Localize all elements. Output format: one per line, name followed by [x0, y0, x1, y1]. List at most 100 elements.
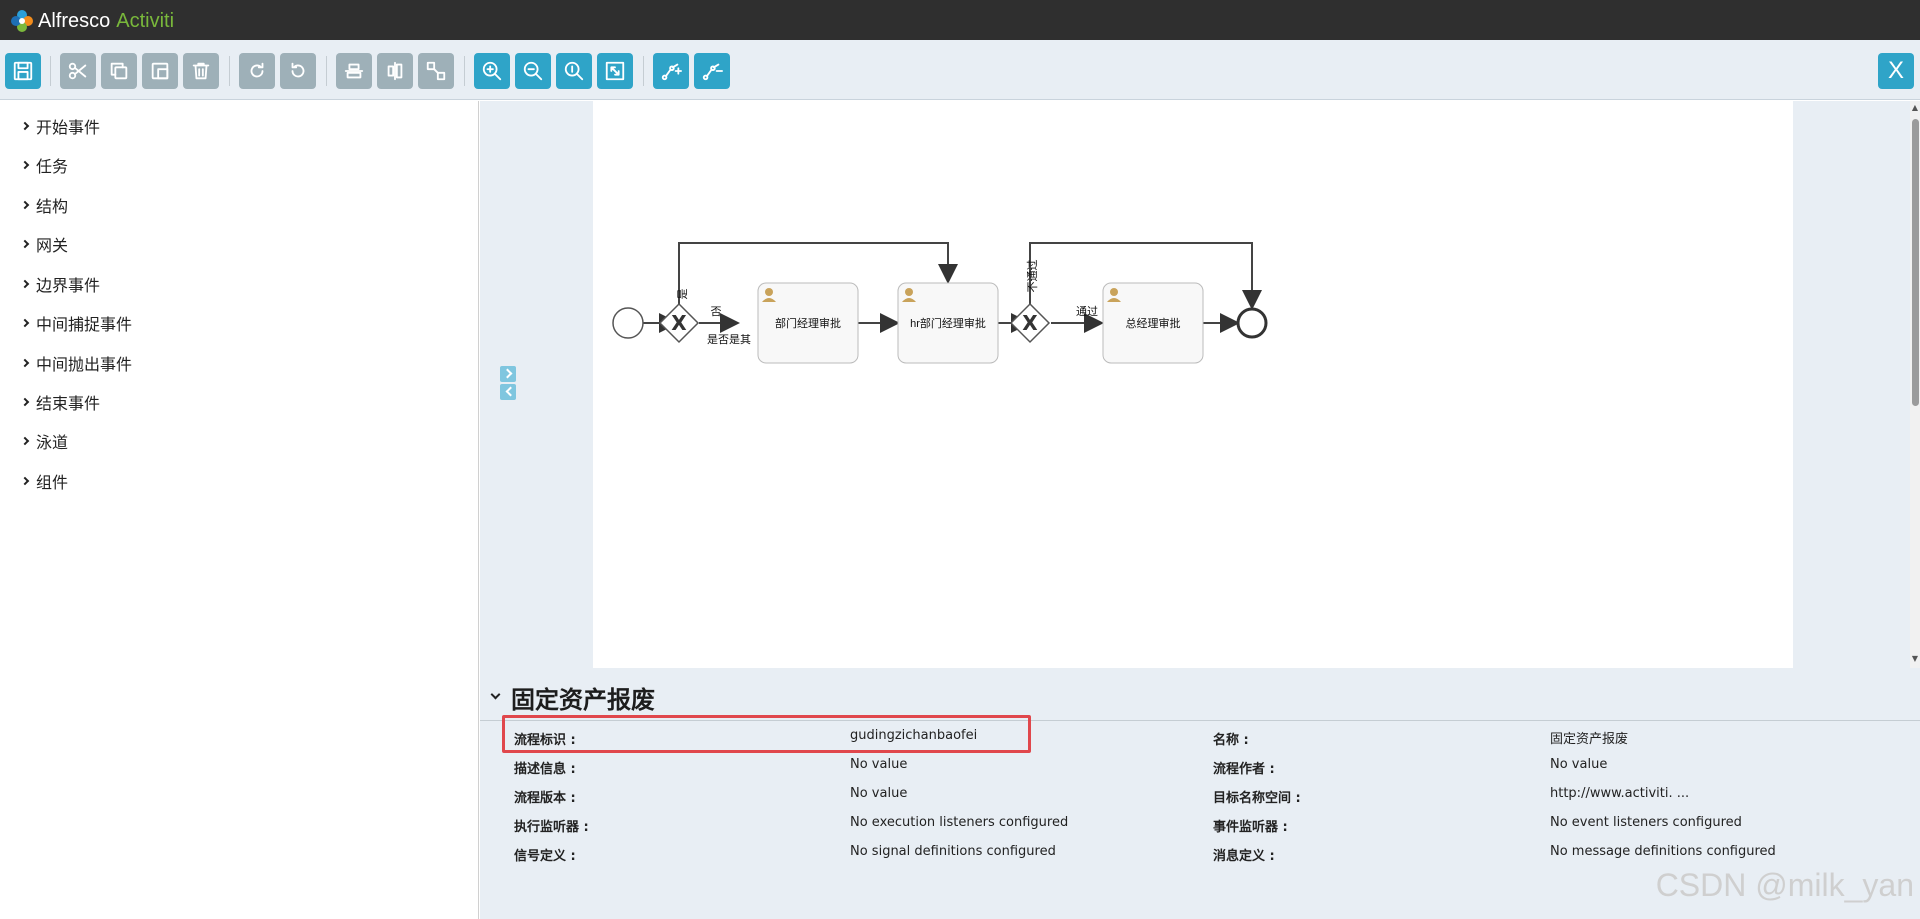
flow-label-reject: 不通过 — [1026, 260, 1039, 293]
flow-label-pass: 通过 — [1076, 305, 1098, 318]
copy-icon — [110, 62, 128, 80]
zoom-in-button[interactable] — [474, 53, 510, 89]
highlight-box — [502, 715, 1031, 753]
align-vertical-icon — [387, 61, 403, 81]
undo-button[interactable] — [280, 53, 316, 89]
chevron-right-icon — [20, 436, 30, 446]
palette-group-gateways[interactable]: 网关 — [20, 232, 69, 256]
logo-word-activiti: Activiti — [116, 9, 175, 32]
cut-button[interactable] — [60, 53, 96, 89]
zoom-fit-icon — [605, 61, 625, 81]
prop-label-name: 名称 : — [1213, 733, 1249, 748]
start-event[interactable] — [612, 307, 644, 339]
prop-value-author[interactable]: No value — [1550, 757, 1607, 772]
prop-label-event-listeners: 事件监听器 : — [1213, 820, 1288, 835]
palette-group-label: 结束事件 — [36, 394, 101, 413]
palette-group-label: 开始事件 — [36, 118, 101, 137]
prop-value-signal-definitions[interactable]: No signal definitions configured — [850, 844, 1056, 859]
shape-palette: 开始事件 任务 结构 网关 边界事件 中间捕捉事件 中间抛出事件 结束事件 泳道… — [0, 101, 479, 919]
task-label: 部门经理审批 — [775, 316, 841, 330]
palette-group-label: 任务 — [36, 157, 69, 176]
task-general-manager[interactable]: 总经理审批 — [1102, 282, 1204, 364]
undo-icon — [291, 62, 305, 78]
properties-header[interactable]: 固定资产报废 — [490, 680, 655, 715]
chevron-right-icon — [20, 279, 30, 289]
chevron-down-icon — [490, 689, 501, 700]
svg-text:X: X — [671, 311, 687, 335]
prop-value-version[interactable]: No value — [850, 786, 907, 801]
exclusive-gateway-2[interactable]: X — [1009, 302, 1051, 344]
palette-group-label: 中间抛出事件 — [36, 355, 133, 374]
scissors-icon — [68, 62, 87, 80]
palette-group-label: 中间捕捉事件 — [36, 315, 133, 334]
prop-label-version: 流程版本 : — [514, 791, 576, 806]
scrollbar-thumb[interactable] — [1912, 119, 1919, 406]
bpmn-diagram: X 部门经理审批 hr部门经理审批 X 总经理审批 是 否 是否是其 不通过 通… — [612, 242, 1268, 364]
same-size-button[interactable] — [418, 53, 454, 89]
flow-label-condition: 是否是其 — [707, 333, 751, 346]
prop-value-message-definitions[interactable]: No message definitions configured — [1550, 844, 1776, 859]
prop-label-author: 流程作者 : — [1213, 762, 1275, 777]
align-vertical-button[interactable] — [377, 53, 413, 89]
redo-button[interactable] — [239, 53, 275, 89]
copy-button[interactable] — [101, 53, 137, 89]
align-horizontal-button[interactable] — [336, 53, 372, 89]
chevron-right-icon — [20, 239, 30, 249]
save-button[interactable] — [5, 53, 41, 89]
flow-label-yes: 是 — [676, 289, 689, 300]
task-label: 总经理审批 — [1126, 316, 1181, 330]
svg-text:X: X — [1022, 311, 1038, 335]
prop-value-execution-listeners[interactable]: No execution listeners configured — [850, 815, 1068, 830]
process-title: 固定资产报废 — [511, 686, 655, 714]
panel-toggle — [500, 366, 516, 402]
prop-value-namespace[interactable]: http://www.activiti. ... — [1550, 786, 1689, 801]
prop-value-description[interactable]: No value — [850, 757, 907, 772]
end-event[interactable] — [1236, 307, 1268, 339]
add-bendpoint-button[interactable] — [653, 53, 689, 89]
canvas-area: X 部门经理审批 hr部门经理审批 X 总经理审批 是 否 是否是其 不通过 通… — [480, 101, 1920, 668]
palette-group-swimlanes[interactable]: 泳道 — [20, 429, 69, 453]
watermark: CSDN @milk_yan — [1655, 867, 1914, 903]
canvas-scrollbar[interactable]: ▲ ▼ — [1910, 101, 1920, 668]
task-label: hr部门经理审批 — [910, 316, 986, 330]
palette-group-tasks[interactable]: 任务 — [20, 153, 69, 177]
palette-group-label: 网关 — [36, 236, 69, 255]
chevron-right-icon — [20, 121, 30, 131]
task-dept-manager[interactable]: 部门经理审批 — [757, 282, 859, 364]
palette-group-intermediate-throw[interactable]: 中间抛出事件 — [20, 351, 133, 375]
delete-button[interactable] — [183, 53, 219, 89]
paste-button[interactable] — [142, 53, 178, 89]
add-bendpoint-icon — [661, 63, 682, 81]
zoom-out-button[interactable] — [515, 53, 551, 89]
exclusive-gateway-1[interactable]: X — [658, 302, 700, 344]
zoom-fit-button[interactable] — [597, 53, 633, 89]
diagram-canvas[interactable]: X 部门经理审批 hr部门经理审批 X 总经理审批 是 否 是否是其 不通过 通… — [593, 101, 1793, 668]
prop-value-event-listeners[interactable]: No event listeners configured — [1550, 815, 1742, 830]
close-editor-button[interactable]: X — [1878, 53, 1914, 89]
floppy-icon — [13, 61, 33, 81]
palette-group-boundary-events[interactable]: 边界事件 — [20, 272, 100, 296]
chevron-right-icon — [20, 318, 30, 328]
chevron-right-icon — [20, 160, 30, 170]
prop-value-name[interactable]: 固定资产报废 — [1550, 728, 1628, 747]
scroll-down-icon[interactable]: ▼ — [1910, 654, 1920, 666]
prop-label-description: 描述信息 : — [514, 762, 576, 777]
expand-right-icon[interactable] — [500, 366, 516, 382]
remove-bendpoint-button[interactable] — [694, 53, 730, 89]
redo-icon — [250, 62, 264, 78]
palette-group-structural[interactable]: 结构 — [20, 193, 68, 217]
palette-group-artifacts[interactable]: 组件 — [20, 469, 68, 493]
task-hr-manager[interactable]: hr部门经理审批 — [897, 282, 999, 364]
palette-group-intermediate-catch[interactable]: 中间捕捉事件 — [20, 311, 133, 335]
palette-group-start-events[interactable]: 开始事件 — [20, 114, 101, 138]
scroll-up-icon[interactable]: ▲ — [1910, 103, 1920, 115]
prop-label-namespace: 目标名称空间 : — [1213, 791, 1301, 806]
chevron-right-icon — [20, 476, 30, 486]
collapse-left-icon[interactable] — [500, 384, 516, 400]
chevron-right-icon — [20, 397, 30, 407]
trash-icon — [192, 62, 210, 80]
remove-bendpoint-icon — [702, 63, 723, 81]
zoom-actual-button[interactable] — [556, 53, 592, 89]
palette-group-end-events[interactable]: 结束事件 — [20, 390, 101, 414]
palette-group-label: 泳道 — [36, 433, 69, 452]
